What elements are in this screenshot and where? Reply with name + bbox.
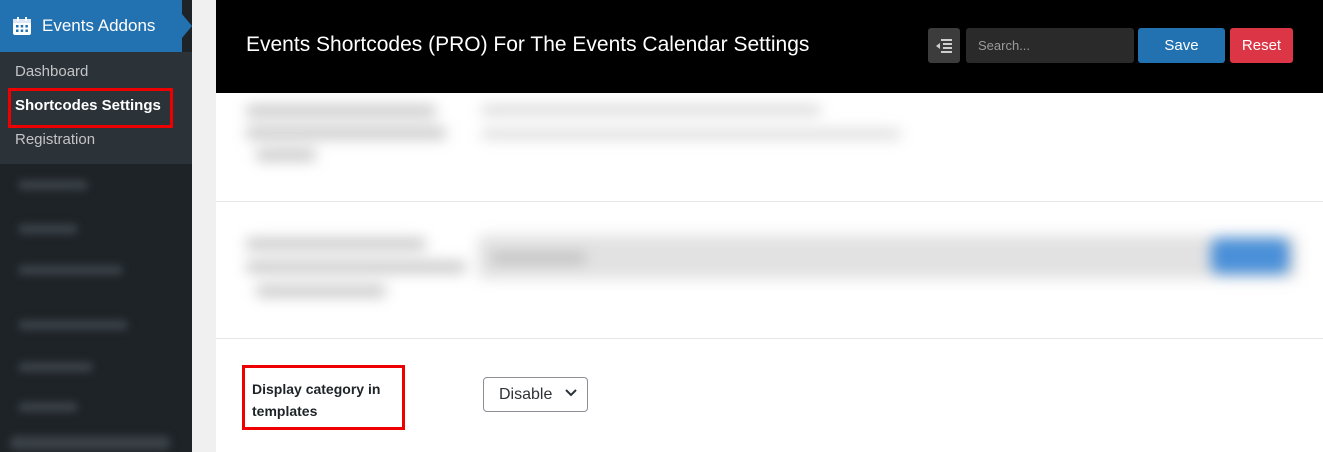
- collapse-menu-button[interactable]: [928, 28, 960, 63]
- current-menu-arrow: [182, 14, 192, 38]
- highlight-box-sidebar: [8, 88, 173, 128]
- reset-button[interactable]: Reset: [1230, 28, 1293, 63]
- save-button[interactable]: Save: [1138, 28, 1225, 63]
- display-category-select[interactable]: Disable: [483, 377, 588, 412]
- outdent-icon: [936, 38, 952, 53]
- settings-header: Events Shortcodes (PRO) For The Events C…: [216, 0, 1323, 93]
- settings-content: Display category in templates Disable: [216, 93, 1323, 452]
- admin-sidebar: Events Addons Dashboard Shortcodes Setti…: [0, 0, 192, 452]
- submenu: Dashboard Shortcodes Settings Registrati…: [0, 52, 192, 164]
- blurred-settings-rows: [216, 93, 1323, 338]
- calendar-icon: [13, 17, 31, 35]
- sidebar-item-registration[interactable]: Registration: [15, 131, 95, 148]
- events-addons-menu[interactable]: Events Addons: [0, 0, 182, 52]
- sidebar-item-dashboard[interactable]: Dashboard: [15, 63, 88, 80]
- page-title: Events Shortcodes (PRO) For The Events C…: [246, 33, 810, 56]
- highlight-box-setting: [242, 365, 405, 430]
- search-input[interactable]: [966, 28, 1134, 63]
- select-value: Disable: [499, 385, 553, 403]
- chevron-down-icon: [565, 389, 577, 397]
- sidebar-gap: [192, 0, 216, 452]
- menu-title: Events Addons: [42, 16, 156, 35]
